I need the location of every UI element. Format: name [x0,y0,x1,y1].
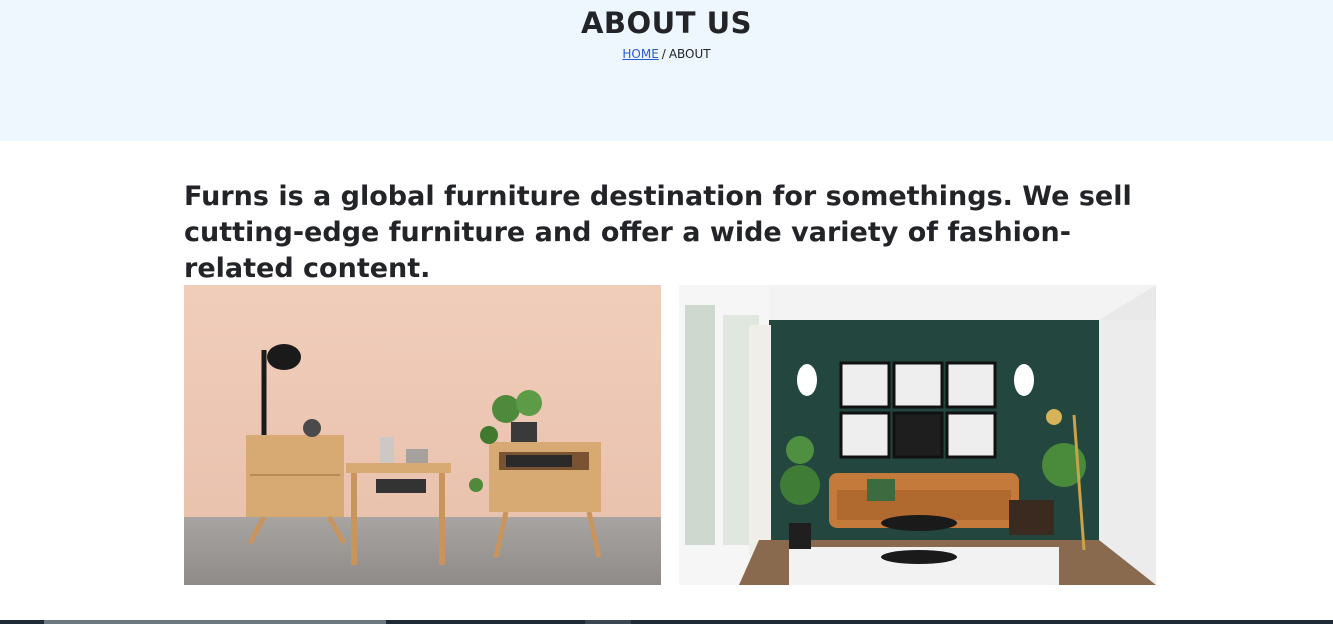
page-title: ABOUT US [580,6,753,40]
breadcrumb: HOME / ABOUT [0,47,1333,61]
living-room-photo [679,285,1156,585]
page-hero: ABOUT US HOME / ABOUT [0,0,1333,141]
footer-top-strip [0,620,1333,624]
breadcrumb-current: ABOUT [668,47,711,61]
breadcrumb-home-link[interactable]: HOME [622,47,658,61]
bedside-tables-photo [184,285,661,585]
footer-strip-segment [585,620,631,624]
breadcrumb-separator: / [661,47,666,61]
about-intro-text: Furns is a global furniture destination … [184,181,1132,284]
footer-strip-segment [44,620,386,624]
